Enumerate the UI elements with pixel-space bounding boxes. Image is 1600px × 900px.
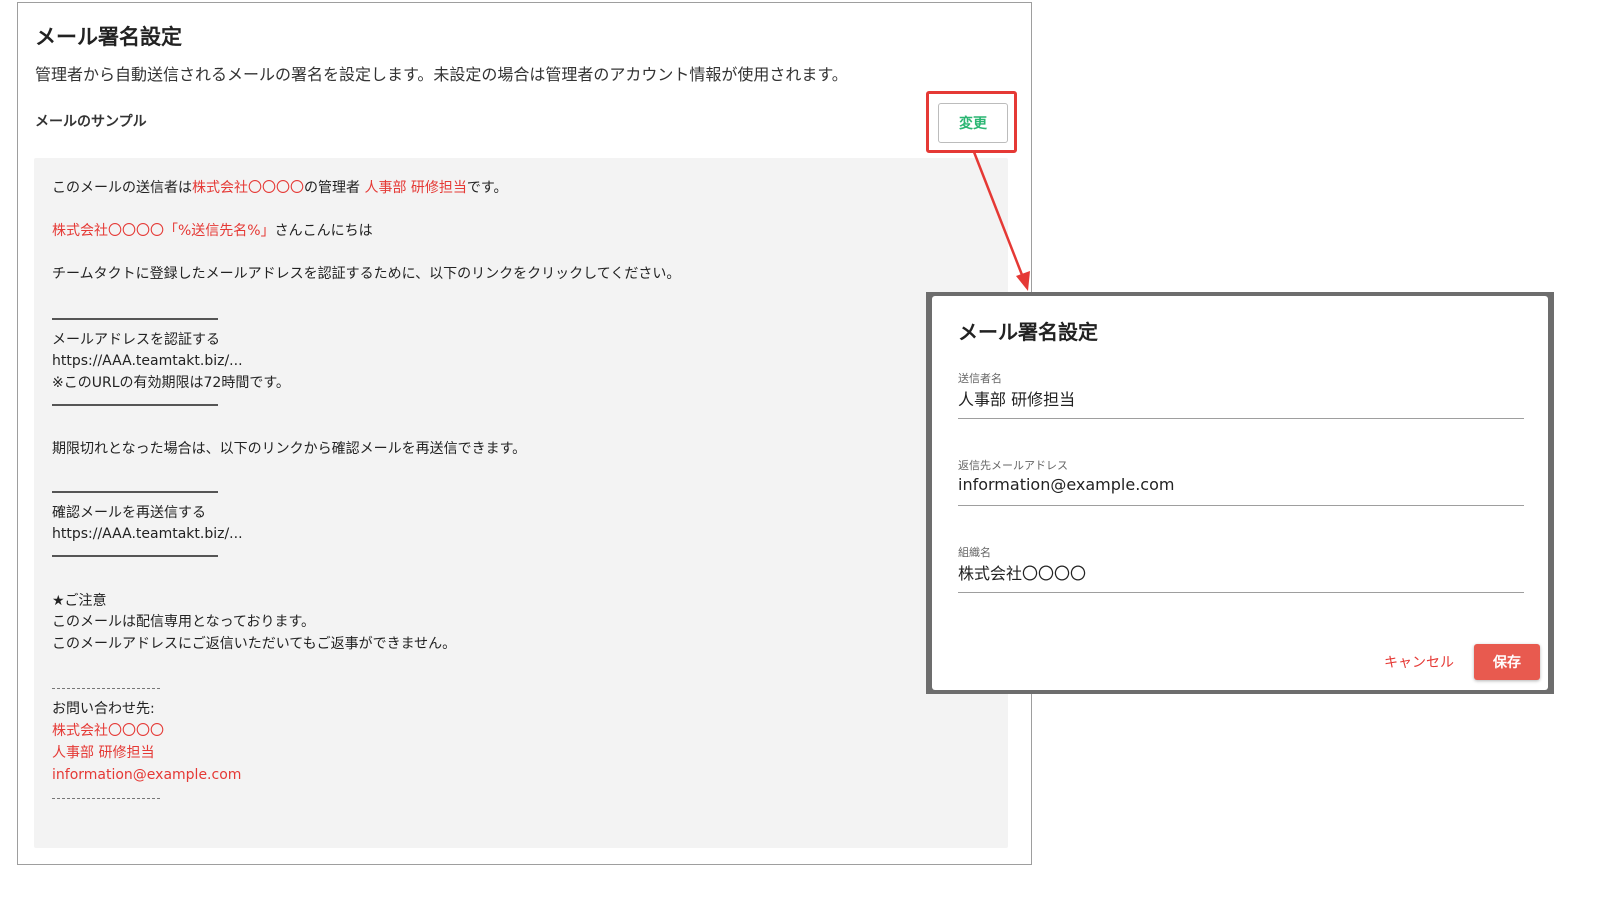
cancel-button[interactable]: キャンセル — [1376, 644, 1462, 680]
sample-line-sender: このメールの送信者は株式会社〇〇〇〇の管理者 人事部 研修担当です。 — [52, 178, 508, 198]
settings-panel: メール署名設定 管理者から自動送信されるメールの署名を設定します。未設定の場合は… — [17, 2, 1032, 865]
verify-note: ※このURLの有効期限は72時間です。 — [52, 375, 290, 391]
org-name-input[interactable] — [958, 562, 1524, 581]
reply-address-input[interactable] — [958, 475, 1524, 494]
dashed-divider — [52, 798, 160, 799]
sample-line-greeting: 株式会社〇〇〇〇「%送信先名%」さんこんにちは — [52, 221, 373, 241]
page-title: メール署名設定 — [35, 25, 182, 49]
recipient-placeholder: 「%送信先名%」 — [164, 223, 275, 239]
divider — [52, 318, 218, 320]
divider — [52, 404, 218, 406]
text: このメールの送信者は — [52, 180, 192, 196]
resend-url: https://AAA.teamtakt.biz/... — [52, 526, 243, 542]
contact-org: 株式会社〇〇〇〇 — [52, 723, 164, 739]
verify-title: メールアドレスを認証する — [52, 332, 220, 348]
text: です。 — [466, 180, 508, 196]
resend-title: 確認メールを再送信する — [52, 505, 206, 521]
sample-label: メールのサンプル — [35, 114, 147, 130]
org-name: 株式会社〇〇〇〇 — [52, 223, 164, 239]
save-button[interactable]: 保存 — [1474, 644, 1540, 680]
notice-title: ★ご注意 — [52, 593, 107, 609]
sender-name: 人事部 研修担当 — [364, 180, 467, 196]
text: の管理者 — [304, 180, 365, 196]
dashed-divider — [52, 688, 160, 689]
contact-email: information@example.com — [52, 767, 242, 783]
sender-name-field: 送信者名 — [958, 370, 1524, 419]
sample-line-instruction: チームタクトに登録したメールアドレスを認証するために、以下のリンクをクリックして… — [52, 266, 681, 282]
page-description: 管理者から自動送信されるメールの署名を設定します。未設定の場合は管理者のアカウン… — [35, 65, 848, 84]
divider — [52, 555, 218, 557]
email-sample-box: このメールの送信者は株式会社〇〇〇〇の管理者 人事部 研修担当です。 株式会社〇… — [34, 158, 1008, 848]
text: さんこんにちは — [274, 223, 373, 239]
dialog-title: メール署名設定 — [958, 320, 1098, 344]
divider — [52, 491, 218, 493]
expired-text: 期限切れとなった場合は、以下のリンクから確認メールを再送信できます。 — [52, 441, 527, 457]
org-name-field: 組織名 — [958, 544, 1524, 593]
org-name: 株式会社〇〇〇〇 — [192, 180, 304, 196]
signature-dialog: メール署名設定 送信者名 返信先メールアドレス 組織名 キャンセル 保存 — [932, 296, 1548, 690]
sender-name-input[interactable] — [958, 388, 1524, 407]
reply-address-label: 返信先メールアドレス — [958, 459, 1068, 472]
sender-name-label: 送信者名 — [958, 372, 1002, 385]
change-button[interactable]: 変更 — [938, 103, 1008, 143]
notice-line: このメールは配信専用となっております。 — [52, 614, 316, 630]
verify-url: https://AAA.teamtakt.biz/... — [52, 353, 243, 369]
reply-address-field: 返信先メールアドレス — [958, 457, 1524, 506]
contact-label: お問い合わせ先: — [52, 701, 155, 717]
contact-sender: 人事部 研修担当 — [52, 745, 155, 761]
notice-line: このメールアドレスにご返信いただいてもご返事ができません。 — [52, 636, 457, 652]
org-name-label: 組織名 — [958, 546, 991, 559]
